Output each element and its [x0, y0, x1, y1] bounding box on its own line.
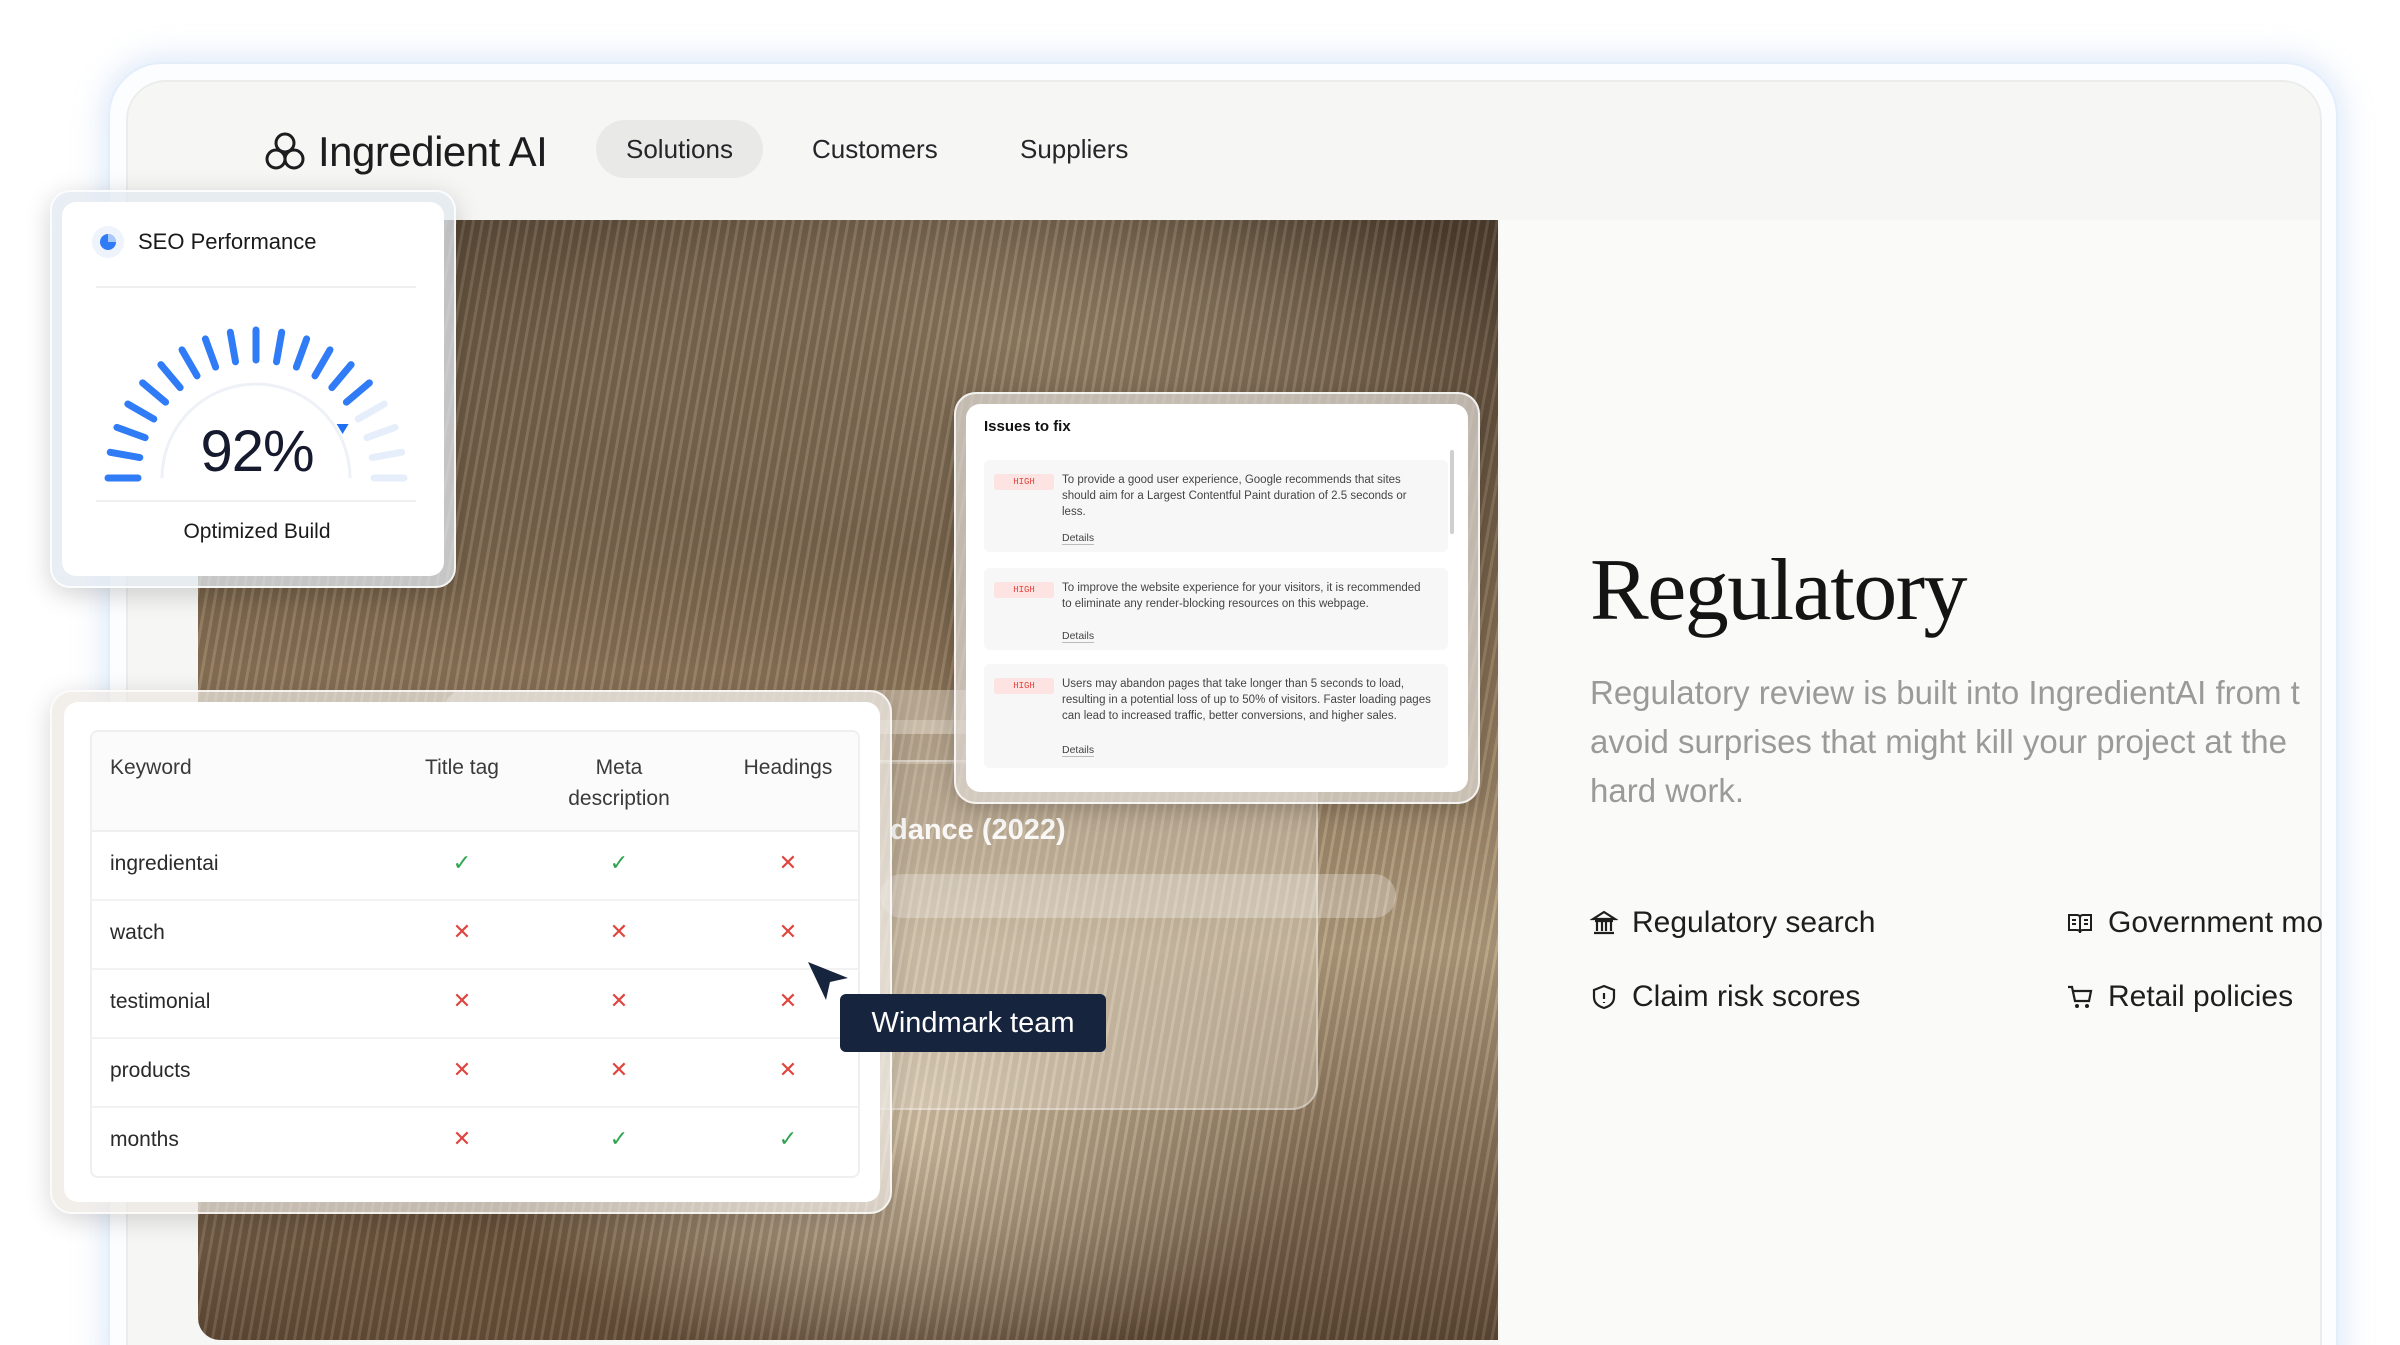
- section-body: Regulatory review is built into Ingredie…: [1590, 668, 2330, 815]
- gauge-tick: [354, 400, 388, 423]
- feature-label: Government mo: [2108, 906, 2324, 939]
- nav-solutions[interactable]: Solutions: [596, 120, 763, 178]
- stage: Ingredient AI Solutions Customers Suppli…: [0, 0, 2400, 1345]
- gauge-tick: [201, 335, 220, 371]
- issue-item[interactable]: HIGH To improve the website experience f…: [984, 568, 1448, 650]
- issue-item[interactable]: HIGH Users may abandon pages that take l…: [984, 664, 1448, 768]
- check-icon: ✓: [778, 1126, 798, 1151]
- feature-retail-policies[interactable]: Retail policies: [2066, 980, 2293, 1014]
- feature-claim-risk[interactable]: Claim risk scores: [1590, 980, 1860, 1014]
- issue-text: Users may abandon pages that take longer…: [1062, 678, 1431, 722]
- table-row: ingredientai ✓ ✓ ✕: [92, 832, 858, 901]
- feature-regulatory-search[interactable]: Regulatory search: [1590, 906, 1875, 940]
- keyword-cell: months: [110, 1128, 179, 1151]
- gauge-tick: [157, 361, 184, 392]
- cross-icon: ✕: [609, 988, 629, 1013]
- gauge-tick: [328, 361, 355, 392]
- issue-details-link[interactable]: Details: [1062, 744, 1095, 757]
- issue-details-link[interactable]: Details: [1062, 630, 1095, 643]
- table-row: products ✕ ✕ ✕: [92, 1039, 858, 1108]
- feature-label: Retail policies: [2108, 980, 2294, 1013]
- severity-badge: HIGH: [994, 582, 1054, 598]
- cross-icon: ✕: [778, 988, 798, 1013]
- feature-label: Regulatory search: [1632, 906, 1876, 939]
- bank-icon: [1590, 910, 1618, 935]
- header-keyword: Keyword: [110, 756, 192, 779]
- section-title: Regulatory: [1590, 542, 1968, 639]
- gauge-tick: [124, 400, 158, 423]
- divider: [96, 500, 416, 502]
- pie-chart-icon: [92, 226, 124, 258]
- collaborator-tooltip: Windmark team: [840, 994, 1106, 1052]
- cart-icon: [2068, 985, 2093, 1008]
- seo-card-title: SEO Performance: [138, 229, 317, 254]
- keyword-cell: products: [110, 1059, 191, 1082]
- cross-icon: ✕: [452, 1057, 472, 1082]
- brand-name: Ingredient AI: [318, 128, 548, 175]
- body-line: hard work.: [1590, 772, 1745, 809]
- table-row: watch ✕ ✕ ✕: [92, 901, 858, 970]
- body-line: Regulatory review is built into Ingredie…: [1590, 674, 2300, 711]
- body-line: avoid surprises that might kill your pro…: [1590, 723, 2287, 760]
- gauge-tick: [272, 328, 286, 366]
- issue-item[interactable]: HIGH To provide a good user experience, …: [984, 460, 1448, 552]
- brand-logo[interactable]: Ingredient AI: [262, 122, 548, 182]
- nav-customers[interactable]: Customers: [782, 120, 968, 178]
- table-header-row: Keyword Title tag Meta description Headi…: [92, 732, 858, 832]
- keyword-cell: ingredientai: [110, 852, 219, 875]
- table-row: months ✕ ✓ ✓: [92, 1108, 858, 1176]
- cross-icon: ✕: [452, 919, 472, 944]
- seo-card-header: SEO Performance: [92, 226, 317, 258]
- keyword-cell: watch: [110, 921, 165, 944]
- feature-label: Claim risk scores: [1632, 980, 1861, 1013]
- keyword-cell: testimonial: [110, 990, 211, 1013]
- table-row: testimonial ✕ ✕ ✕: [92, 970, 858, 1039]
- keyword-table: Keyword Title tag Meta description Headi…: [90, 730, 860, 1178]
- check-icon: ✓: [609, 850, 629, 875]
- severity-badge: HIGH: [994, 474, 1054, 490]
- gauge-tick: [139, 379, 170, 406]
- caption-progress-bar: [880, 874, 1396, 918]
- header-headings: Headings: [743, 756, 833, 779]
- cross-icon: ✕: [778, 1057, 798, 1082]
- gauge-tick: [342, 379, 373, 406]
- seo-status-label: Optimized Build: [183, 520, 331, 543]
- ingredient-logo-icon: [265, 132, 305, 170]
- cross-icon: ✕: [609, 919, 629, 944]
- book-icon: [2068, 914, 2092, 934]
- cross-icon: ✕: [452, 1126, 472, 1151]
- check-icon: ✓: [452, 850, 472, 875]
- cross-icon: ✕: [778, 919, 798, 944]
- divider: [96, 286, 416, 288]
- shield-icon: [1592, 984, 1616, 1010]
- issue-text: To provide a good user experience, Googl…: [1062, 474, 1407, 518]
- check-icon: ✓: [609, 1126, 629, 1151]
- gauge-tick: [311, 346, 334, 380]
- cross-icon: ✕: [609, 1057, 629, 1082]
- gauge-tick: [292, 335, 311, 371]
- issue-text: To improve the website experience for yo…: [1062, 582, 1421, 610]
- gauge-tick: [226, 328, 240, 366]
- issues-scrollbar[interactable]: [1450, 450, 1454, 534]
- issue-details-link[interactable]: Details: [1062, 532, 1095, 545]
- feature-government[interactable]: Government mo: [2066, 906, 2323, 940]
- header-title-tag: Title tag: [425, 756, 499, 779]
- cross-icon: ✕: [452, 988, 472, 1013]
- nav-suppliers[interactable]: Suppliers: [990, 120, 1158, 178]
- issues-title: Issues to fix: [984, 418, 1071, 435]
- severity-badge: HIGH: [994, 678, 1054, 694]
- cross-icon: ✕: [778, 850, 798, 875]
- header-meta-description: Meta description: [568, 756, 670, 810]
- hero-caption: dance (2022): [890, 814, 1066, 846]
- gauge-tick: [178, 346, 201, 380]
- seo-score: 92%: [200, 419, 314, 484]
